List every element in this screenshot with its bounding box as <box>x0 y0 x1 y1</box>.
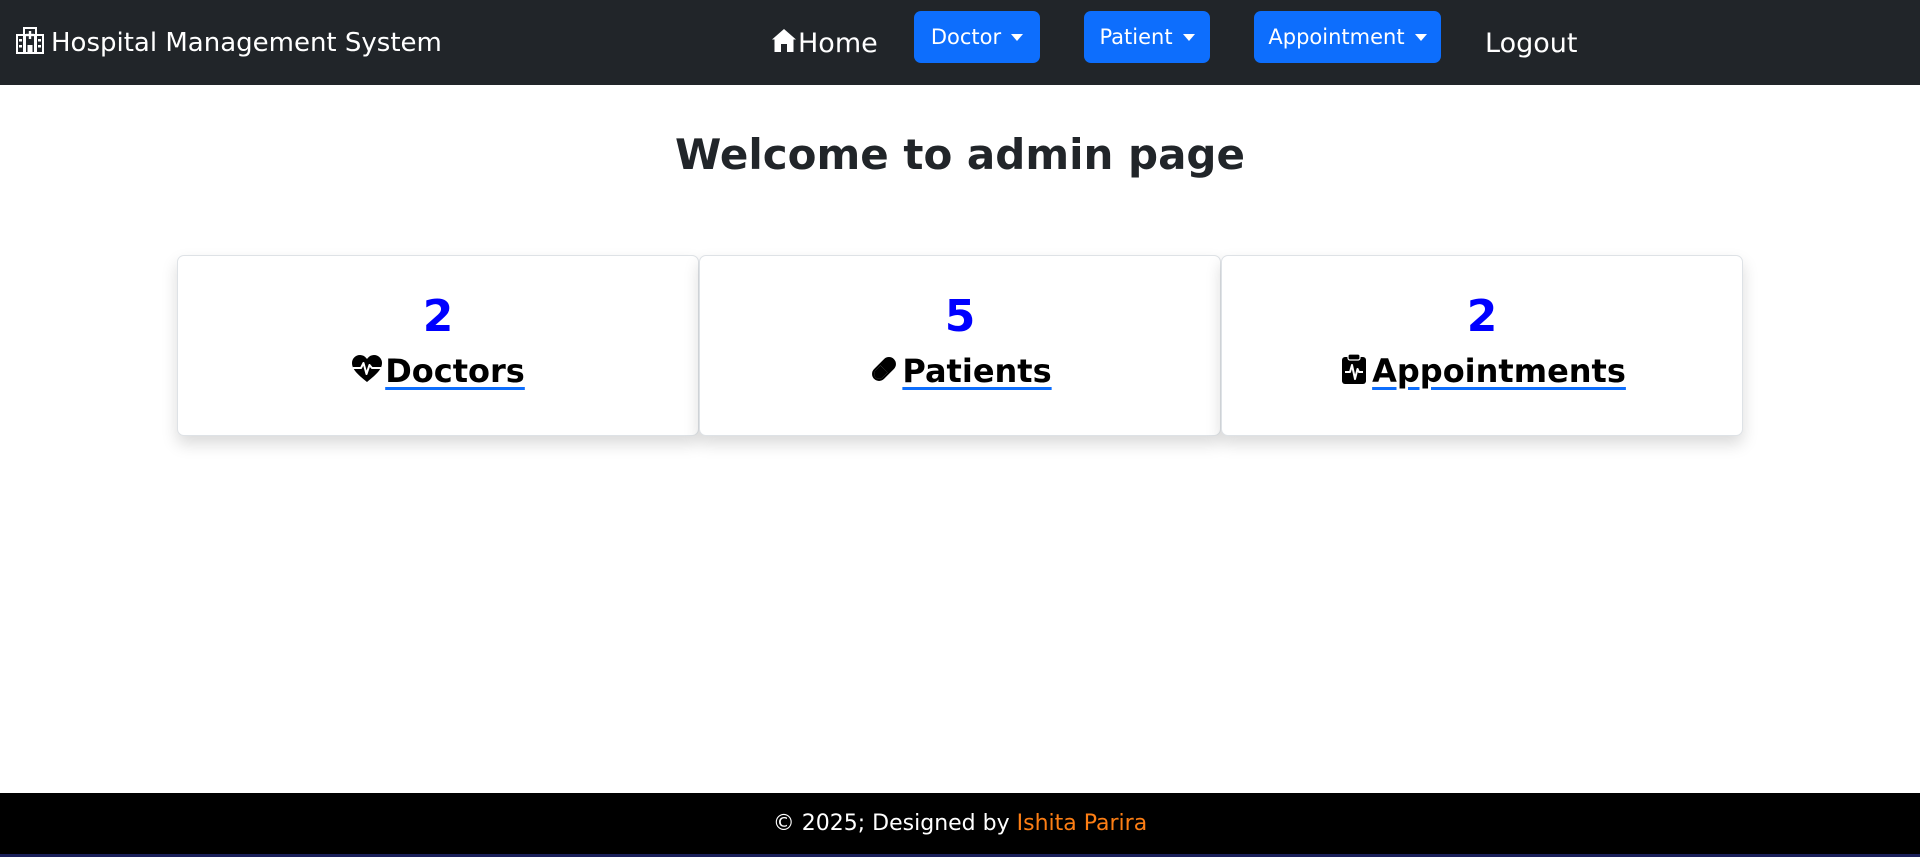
patients-count: 5 <box>944 291 976 342</box>
appointments-card: 2 Appointments <box>1221 255 1743 436</box>
caret-down-icon <box>1182 33 1195 41</box>
caret-down-icon <box>1011 33 1024 41</box>
brand-link[interactable]: Hospital Management System <box>15 24 442 62</box>
footer-author: Ishita Parira <box>1016 811 1148 836</box>
page-title: Welcome to admin page <box>675 130 1245 179</box>
home-label: Home <box>798 27 878 59</box>
patients-label-row: Patients <box>700 352 1220 390</box>
brand-label: Hospital Management System <box>51 28 442 58</box>
house-icon <box>770 26 798 61</box>
clipboard-pulse-icon <box>1338 353 1370 389</box>
navbar: Hospital Management System Home Doctor P… <box>0 0 1920 85</box>
doctor-dropdown-button[interactable]: Doctor <box>914 11 1040 63</box>
footer-copyright: © 2025; Designed by <box>772 811 1010 836</box>
hospital-icon <box>15 25 45 62</box>
admin-page: Hospital Management System Home Doctor P… <box>0 0 1920 857</box>
capsule-icon <box>868 353 900 389</box>
home-link[interactable]: Home <box>770 24 878 62</box>
appointments-count: 2 <box>1466 291 1498 342</box>
appointments-link[interactable]: Appointments <box>1372 352 1626 390</box>
appointment-dropdown-label: Appointment <box>1268 25 1405 49</box>
appointments-label-row: Appointments <box>1222 352 1742 390</box>
patient-dropdown-button[interactable]: Patient <box>1084 11 1210 63</box>
doctors-card: 2 Doctors <box>177 255 699 436</box>
doctor-dropdown-label: Doctor <box>930 25 1002 49</box>
heart-pulse-icon <box>351 353 383 389</box>
patients-link[interactable]: Patients <box>902 352 1051 390</box>
patients-card: 5 Patients <box>699 255 1221 436</box>
doctors-label-row: Doctors <box>178 352 698 390</box>
appointment-dropdown-button[interactable]: Appointment <box>1254 11 1441 63</box>
caret-down-icon <box>1414 33 1427 41</box>
patient-dropdown-label: Patient <box>1099 25 1173 49</box>
footer: © 2025; Designed by Ishita Parira <box>0 793 1920 857</box>
doctors-count: 2 <box>422 291 454 342</box>
doctors-link[interactable]: Doctors <box>385 352 525 390</box>
logout-link[interactable]: Logout <box>1485 24 1577 62</box>
